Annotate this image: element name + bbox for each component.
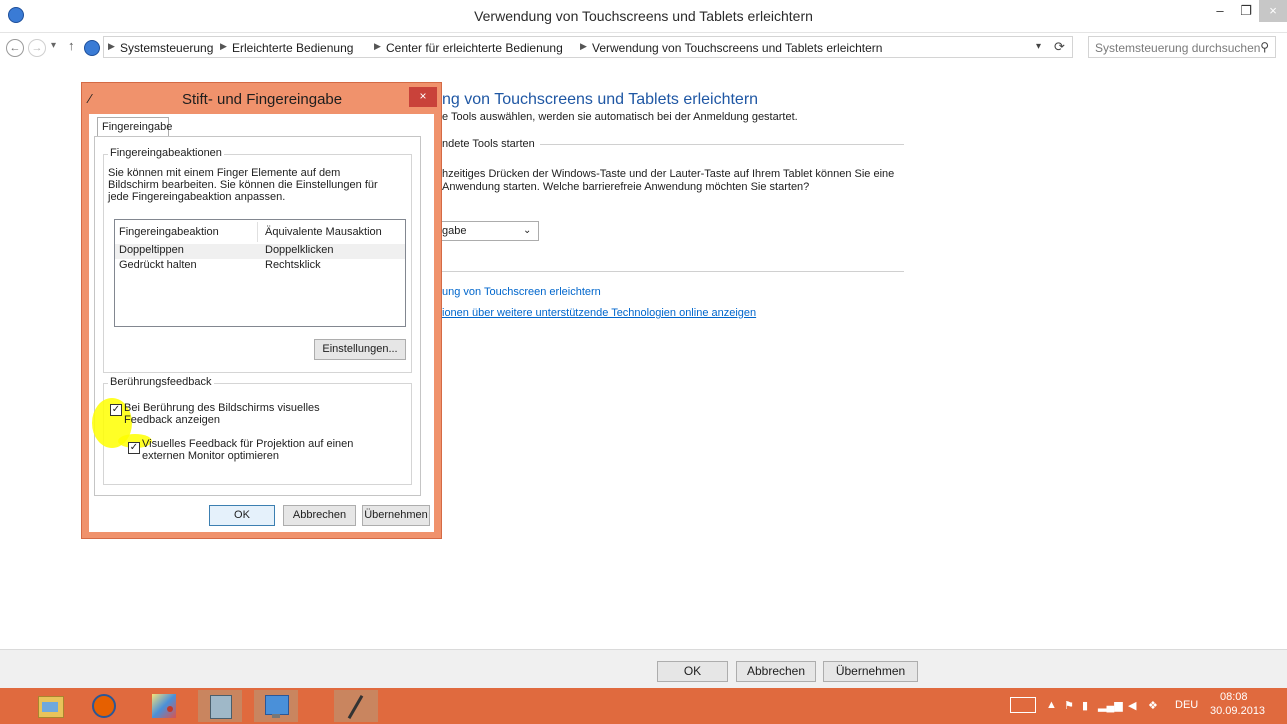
breadcrumb-separator-icon: ▶ — [220, 41, 227, 51]
projection-checkbox-label[interactable]: Visuelles Feedback für Projektion auf ei… — [142, 438, 397, 462]
search-placeholder: Systemsteuerung durchsuchen — [1095, 41, 1261, 55]
actions-group: Fingereingabeaktionen Sie können mit ein… — [103, 147, 412, 373]
tab-fingereingabe[interactable]: Fingereingabe — [97, 117, 172, 137]
keyboard-icon[interactable] — [1010, 697, 1036, 713]
list-cell: Rechtsklick — [265, 259, 321, 271]
list-cell: Doppeltippen — [119, 244, 184, 256]
archive-app-icon[interactable] — [198, 690, 242, 722]
breadcrumb-separator-icon: ▶ — [374, 41, 381, 51]
bottom-button-bar: OK Abbrechen Übernehmen — [0, 649, 1287, 688]
list-item[interactable]: Doppeltippen Doppelklicken — [115, 244, 405, 259]
control-panel-taskbar-icon[interactable] — [254, 690, 298, 722]
address-bar[interactable]: ▶ Systemsteuerung ▶ Erleichterte Bedienu… — [84, 36, 1073, 58]
feedback-checkbox-label[interactable]: Bei Berührung des Bildschirms visuelles … — [124, 402, 354, 426]
show-hidden-icons-icon[interactable]: ▲ — [1046, 699, 1057, 711]
page-subtext: e Tools auswählen, werden sie automatisc… — [442, 111, 798, 123]
tab-panel: Fingereingabeaktionen Sie können mit ein… — [92, 136, 421, 496]
clock-time[interactable]: 08:08 — [1220, 691, 1248, 703]
back-icon[interactable]: ← — [6, 39, 24, 57]
cancel-button[interactable]: Abbrechen — [736, 661, 816, 682]
address-row: ← → ▾ ↑ ▶ Systemsteuerung ▶ Erleichterte… — [0, 34, 1287, 60]
list-cell: Gedrückt halten — [119, 259, 197, 271]
volume-icon[interactable]: ◀ — [1128, 699, 1136, 712]
feedback-checkbox[interactable]: ✓ — [110, 404, 122, 416]
breadcrumb-separator-icon: ▶ — [108, 41, 115, 51]
settings-button[interactable]: Einstellungen... — [314, 339, 406, 360]
breadcrumb-separator-icon: ▶ — [580, 41, 587, 51]
dialog-apply-button[interactable]: Übernehmen — [362, 505, 430, 526]
list-cell: Doppelklicken — [265, 244, 334, 256]
pen-touch-taskbar-icon[interactable] — [334, 690, 378, 722]
input-language[interactable]: DEU — [1175, 699, 1198, 711]
control-panel-icon — [84, 40, 100, 56]
projection-checkbox[interactable]: ✓ — [128, 442, 140, 454]
dialog-ok-button[interactable]: OK — [209, 505, 275, 526]
chevron-down-icon: ⌄ — [523, 225, 532, 236]
body-text: hzeitiges Drücken der Windows-Taste und … — [442, 168, 895, 180]
list-item[interactable]: Gedrückt halten Rechtsklick — [115, 259, 405, 274]
forward-icon[interactable]: → — [28, 39, 46, 57]
paint-icon[interactable] — [142, 690, 186, 722]
firefox-icon[interactable] — [82, 690, 126, 722]
dropbox-icon[interactable]: ❖ — [1148, 699, 1158, 712]
dialog-client: Fingereingabe Fingereingabeaktionen Sie … — [89, 114, 434, 532]
divider — [540, 144, 904, 145]
divider — [442, 271, 904, 272]
pen-icon: ∕ — [89, 91, 92, 106]
list-header-row: Fingereingabeaktion Äquivalente Mausakti… — [115, 226, 405, 241]
recent-pages-icon[interactable]: ▾ — [51, 40, 56, 51]
power-icon[interactable]: ▮ — [1082, 699, 1088, 712]
file-explorer-icon[interactable] — [28, 690, 72, 722]
body-text: Anwendung starten. Welche barrierefreie … — [442, 181, 810, 193]
dialog-title: Stift- und Fingereingabe — [182, 91, 343, 108]
minimize-button[interactable]: – — [1207, 0, 1233, 22]
clock-date[interactable]: 30.09.2013 — [1210, 705, 1265, 717]
column-divider — [257, 222, 258, 242]
feedback-group: Berührungsfeedback ✓ Bei Berührung des B… — [92, 376, 412, 485]
apply-button[interactable]: Übernehmen — [823, 661, 918, 682]
search-input[interactable]: Systemsteuerung durchsuchen ⚲ — [1088, 36, 1276, 58]
breadcrumb-item[interactable]: Verwendung von Touchscreens und Tablets … — [592, 41, 882, 55]
ok-button[interactable]: OK — [657, 661, 728, 682]
pen-touch-dialog: ∕ Stift- und Fingereingabe × Fingereinga… — [81, 82, 442, 539]
up-icon[interactable]: ↑ — [68, 38, 75, 53]
window-titlebar: Verwendung von Touchscreens und Tablets … — [0, 0, 1287, 33]
app-select[interactable]: gabe ⌄ — [436, 221, 539, 241]
dialog-cancel-button[interactable]: Abbrechen — [283, 505, 356, 526]
more-info-link[interactable]: ionen über weitere unterstützende Techno… — [442, 307, 756, 319]
network-signal-icon[interactable]: ▂▄▆ — [1098, 699, 1123, 712]
search-icon[interactable]: ⚲ — [1260, 40, 1269, 54]
column-header[interactable]: Fingereingabeaktion — [119, 226, 219, 238]
actions-description: Sie können mit einem Finger Elemente auf… — [108, 167, 378, 203]
column-header[interactable]: Äquivalente Mausaktion — [265, 226, 382, 238]
actions-list[interactable]: Fingereingabeaktion Äquivalente Mausakti… — [114, 219, 406, 327]
group-header: ndete Tools starten — [442, 138, 535, 150]
refresh-icon[interactable]: ⟳ — [1054, 39, 1065, 55]
window-title: Verwendung von Touchscreens und Tablets … — [474, 8, 813, 24]
dialog-close-button[interactable]: × — [409, 87, 437, 107]
page-title: ng von Touchscreens und Tablets erleicht… — [442, 91, 759, 108]
breadcrumb-item[interactable]: Systemsteuerung — [120, 41, 213, 55]
taskbar: ▲ ⚑ ▮ ▂▄▆ ◀ ❖ DEU 08:08 30.09.2013 — [0, 688, 1287, 724]
address-dropdown-icon[interactable]: ▾ — [1036, 41, 1041, 52]
touch-settings-link[interactable]: ung von Touchscreen erleichtern — [442, 286, 601, 298]
feedback-legend: Berührungsfeedback — [108, 376, 214, 388]
app-select-value: gabe — [442, 225, 467, 237]
breadcrumb-item[interactable]: Center für erleichterte Bedienung — [386, 41, 563, 55]
close-button[interactable]: × — [1259, 0, 1287, 22]
maximize-button[interactable]: ❐ — [1233, 0, 1259, 22]
breadcrumb-item[interactable]: Erleichterte Bedienung — [232, 41, 353, 55]
action-center-flag-icon[interactable]: ⚑ — [1064, 699, 1074, 712]
actions-legend: Fingereingabeaktionen — [108, 147, 224, 159]
